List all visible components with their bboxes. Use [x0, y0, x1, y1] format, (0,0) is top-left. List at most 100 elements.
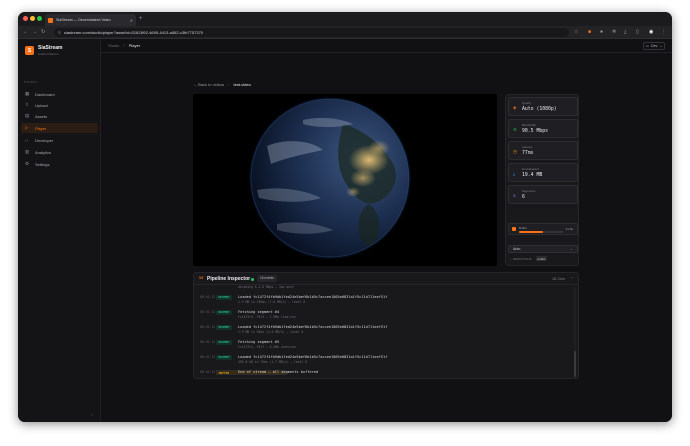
code-icon: ‹› — [25, 137, 28, 143]
quality-select[interactable]: Auto ⌄ — [508, 245, 578, 253]
breadcrumb-root[interactable]: Studio — [108, 43, 119, 48]
sidebar-item-label: Dashboard — [35, 91, 55, 97]
stat-label: Downloaded — [522, 167, 539, 171]
stat-label: Latency — [522, 145, 533, 149]
visibility-badge: public — [535, 256, 548, 261]
sidebar-item-label: Player — [35, 125, 47, 131]
sidepanel-icon[interactable]: ▯ — [636, 28, 639, 36]
extension-icon[interactable]: ● — [600, 28, 603, 36]
back-icon[interactable]: ← — [23, 28, 28, 36]
clear-log-button[interactable]: ⌫ Clear — [552, 277, 565, 281]
back-label: Back to videos — [198, 82, 225, 87]
download-icon[interactable]: ⤓ — [624, 28, 626, 36]
log-list[interactable]: decoding & 4.0 Mbps — 1ms wait 00:01:12 … — [194, 285, 574, 378]
chevron-down-icon: ⌄ — [569, 247, 573, 251]
upload-icon: ⇪ — [25, 102, 29, 107]
stat-quality: ◈ Quality Auto (1080p) — [508, 97, 578, 116]
buffer-fill — [519, 231, 544, 233]
video-name: test-video — [233, 82, 251, 87]
log-sub: 495.8 kB in 75ms (1.7 MB/s) — level 0 — [238, 360, 307, 364]
extensions-puzzle-icon[interactable]: ✲ — [612, 28, 616, 36]
url-field[interactable]: ⚲ siastream.com/studio/player?assetId=02… — [54, 28, 569, 37]
log-message: Loaded fc1472f4fb9db1fed24e5bef6b1b5c7ac… — [238, 325, 388, 329]
log-scrollbar[interactable] — [574, 287, 576, 378]
sidebar-item-label: Upload — [35, 102, 48, 108]
stats-panel: ◈ Quality Auto (1080p) ≋ Bandwidth 90.5 … — [505, 94, 579, 266]
clear-label: Clear — [557, 277, 565, 281]
minimize-window-button[interactable] — [30, 16, 35, 21]
back-to-videos-link[interactable]: ← Back to videos — [193, 82, 224, 87]
buffer-track — [519, 231, 563, 233]
collapse-sidebar-icon[interactable]: ‹ — [91, 412, 92, 417]
log-message: End of stream — all segments buffered — [238, 370, 319, 374]
site-info-icon[interactable]: ⚲ — [58, 30, 61, 35]
sidebar-item-assets[interactable]: ▤ Assets — [21, 111, 98, 121]
log-tag: SEGMENT — [216, 309, 232, 315]
assets-icon: ▤ — [25, 113, 30, 118]
browser-window: SiaStream — Decentralized Video ✕ + ← → … — [18, 12, 672, 422]
log-sub: fc1472f4..f51f — 0.4Mb overscan — [238, 345, 296, 349]
bookmark-star-icon[interactable]: ☆ — [574, 28, 578, 36]
chevron-right-icon[interactable]: › — [510, 257, 511, 261]
monitor-icon: ▭ — [645, 44, 649, 48]
favicon-icon — [48, 17, 53, 23]
sidebar-item-analytics[interactable]: ▥ Analytics — [21, 147, 98, 157]
brand-subtitle: Studio Platform — [38, 52, 59, 56]
breadcrumb-current: Player — [128, 43, 141, 48]
inspector-header[interactable]: ⟗ Pipeline Inspector 16 events ⌫ Clear ⌃ — [194, 273, 578, 285]
log-timestamp: 00:01:12 — [200, 340, 216, 344]
sidebar-item-player[interactable]: ▷ Player — [21, 123, 98, 133]
analytics-icon: ▥ — [25, 149, 30, 154]
earth-video-frame — [193, 94, 497, 266]
stat-segments: ≡ Segments 6 — [508, 185, 578, 204]
log-scrollbar-thumb[interactable] — [574, 351, 576, 377]
log-sub: decoding & 4.0 Mbps — 1ms wait — [238, 285, 294, 289]
stat-bandwidth: ≋ Bandwidth 90.5 Mbps — [508, 119, 578, 138]
log-message: Loaded fc1472f4fb9db1fed24e5bef6b1b5c7ac… — [238, 295, 388, 299]
environment-button[interactable]: ▭ Dev ⌄ — [643, 42, 665, 50]
log-timestamp: 00:01:12 — [200, 355, 216, 359]
stat-label: Quality — [522, 101, 532, 105]
browser-tab[interactable]: SiaStream — Decentralized Video ✕ — [45, 14, 136, 26]
log-message: Fetching segment #5 — [238, 340, 280, 344]
log-message: Fetching segment #4 — [238, 310, 280, 314]
renditions-label[interactable]: RENDITIONS — [513, 257, 532, 261]
brand[interactable]: S SiaStream Studio Platform — [25, 45, 62, 56]
player-breadcrumb: ← Back to videos / test-video — [193, 82, 251, 87]
forward-icon[interactable]: → — [32, 28, 37, 36]
chevron-up-icon[interactable]: ⌃ — [571, 276, 574, 281]
log-sub: 1.9 MB in 94ms (2.0 MB/s) — level 0 — [238, 330, 304, 334]
inspector-title: Pipeline Inspector — [207, 276, 251, 282]
tab-close-icon[interactable]: ✕ — [130, 18, 133, 23]
top-bar: Studio / Player ▭ Dev ⌄ — [101, 39, 672, 53]
sidebar-item-dashboard[interactable]: ▦ Dashboard — [21, 89, 98, 99]
buffer-value: 31.8s — [565, 227, 573, 231]
new-tab-button[interactable]: + — [139, 14, 143, 24]
chevron-down-icon: ⌄ — [659, 44, 663, 48]
environment-label: Dev — [650, 44, 658, 48]
sidebar-item-upload[interactable]: ⇪ Upload — [21, 100, 98, 110]
tab-bar: SiaStream — Decentralized Video ✕ + — [18, 12, 672, 26]
stat-value: 19.4 MB — [522, 173, 543, 178]
live-status-dot — [251, 278, 254, 281]
menu-kebab-icon[interactable]: ⋮ — [661, 28, 666, 36]
log-tag: SEGMENT — [216, 354, 232, 360]
buffer-meter: Buffer 31.8s — [508, 223, 578, 235]
sidebar-item-settings[interactable]: ⚙ Settings — [21, 159, 98, 169]
clock-icon: ◷ — [513, 149, 517, 154]
maximize-window-button[interactable] — [37, 16, 42, 21]
stat-label: Bandwidth — [522, 123, 537, 127]
brand-name: SiaStream — [38, 45, 63, 51]
video-player[interactable] — [193, 94, 497, 266]
address-bar: ← → ↻ ⚲ siastream.com/studio/player?asse… — [18, 26, 672, 39]
extension-icon[interactable]: ■ — [588, 28, 591, 36]
sidebar-item-developer[interactable]: ‹› Developer — [21, 135, 98, 145]
tab-title: SiaStream — Decentralized Video — [56, 18, 111, 22]
quality-select-value: Auto — [513, 247, 521, 251]
close-window-button[interactable] — [23, 16, 28, 21]
stat-latency: ◷ Latency 77ms — [508, 141, 578, 160]
reload-icon[interactable]: ↻ — [41, 28, 45, 36]
profile-avatar[interactable]: ◉ — [649, 28, 653, 36]
brand-logo-icon: S — [25, 46, 34, 55]
log-tag: SEGMENT — [216, 294, 232, 300]
